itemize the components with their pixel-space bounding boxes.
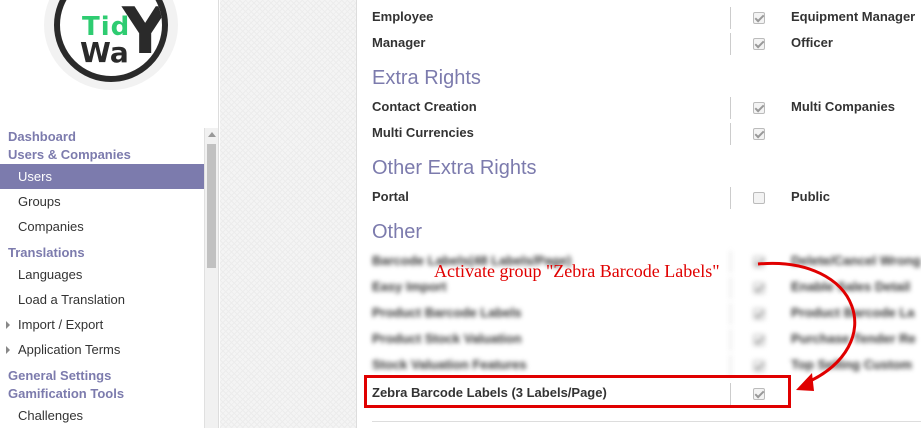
annotation-callout: Activate group "Zebra Barcode Labels" bbox=[434, 261, 720, 281]
rights-label: Equipment Manager bbox=[791, 9, 916, 24]
scroll-up-arrow-icon[interactable] bbox=[208, 132, 216, 137]
menu-header-general-settings[interactable]: General Settings bbox=[0, 367, 204, 385]
sidebar: Tid Wa Y Dashboard Users & Companies Use… bbox=[0, 0, 219, 428]
divider bbox=[372, 421, 921, 422]
rights-label: Stock Valuation Features bbox=[372, 357, 527, 372]
rights-checkbox-portal[interactable] bbox=[753, 192, 765, 204]
rights-label: Portal bbox=[372, 189, 409, 204]
rights-label: Employee bbox=[372, 9, 434, 24]
sidebar-item-companies[interactable]: Companies bbox=[0, 214, 204, 239]
annotation-highlight-box bbox=[364, 375, 791, 408]
rights-checkbox-employee[interactable] bbox=[753, 12, 765, 24]
section-title-other: Other bbox=[372, 221, 423, 243]
rights-row-portal: Portal Public bbox=[372, 187, 921, 209]
caret-right-icon bbox=[6, 321, 10, 329]
menu-header-dashboard[interactable]: Dashboard bbox=[0, 128, 204, 146]
sidebar-menu: Dashboard Users & Companies Users Groups… bbox=[0, 128, 204, 428]
rights-checkbox-manager[interactable] bbox=[753, 38, 765, 50]
background-pattern bbox=[220, 0, 357, 428]
caret-right-icon bbox=[6, 346, 10, 354]
sidebar-item-users[interactable]: Users bbox=[0, 164, 204, 189]
sidebar-scrollbar[interactable] bbox=[204, 128, 218, 428]
rights-label: Product Barcode Labels bbox=[372, 305, 522, 320]
annotation-arrow-icon bbox=[757, 261, 857, 391]
menu-header-gamification-tools[interactable]: Gamification Tools bbox=[0, 385, 204, 403]
rights-label: Contact Creation bbox=[372, 99, 477, 114]
rights-row-employee: Employee Equipment Manager bbox=[372, 7, 921, 29]
rights-row-manager: Manager Officer bbox=[372, 33, 921, 55]
rights-label: Officer bbox=[791, 35, 833, 50]
sidebar-item-languages[interactable]: Languages bbox=[0, 262, 204, 287]
sidebar-item-load-translation[interactable]: Load a Translation bbox=[0, 287, 204, 312]
rights-label: Multi Companies bbox=[791, 99, 896, 114]
section-title-extra-rights: Extra Rights bbox=[372, 67, 481, 89]
scroll-thumb[interactable] bbox=[207, 144, 216, 268]
sidebar-item-groups[interactable]: Groups bbox=[0, 189, 204, 214]
sidebar-item-challenges[interactable]: Challenges bbox=[0, 403, 204, 428]
rights-label: Manager bbox=[372, 35, 426, 50]
company-logo: Tid Wa Y bbox=[44, 0, 178, 90]
rights-row-contact-creation: Contact Creation Multi Companies bbox=[372, 97, 921, 119]
rights-label: Multi Currencies bbox=[372, 125, 474, 140]
rights-row-multi-currencies: Multi Currencies bbox=[372, 123, 921, 145]
rights-checkbox-multi-currencies[interactable] bbox=[753, 128, 765, 140]
rights-checkbox-contact-creation[interactable] bbox=[753, 102, 765, 114]
sidebar-item-import-export[interactable]: Import / Export bbox=[0, 312, 204, 337]
rights-label: Public bbox=[791, 189, 831, 204]
section-title-other-extra-rights: Other Extra Rights bbox=[372, 157, 537, 179]
menu-header-translations[interactable]: Translations bbox=[0, 244, 204, 262]
rights-label: Product Stock Valuation bbox=[372, 331, 522, 346]
menu-header-users-companies[interactable]: Users & Companies bbox=[0, 146, 204, 164]
sidebar-item-application-terms[interactable]: Application Terms bbox=[0, 337, 204, 362]
